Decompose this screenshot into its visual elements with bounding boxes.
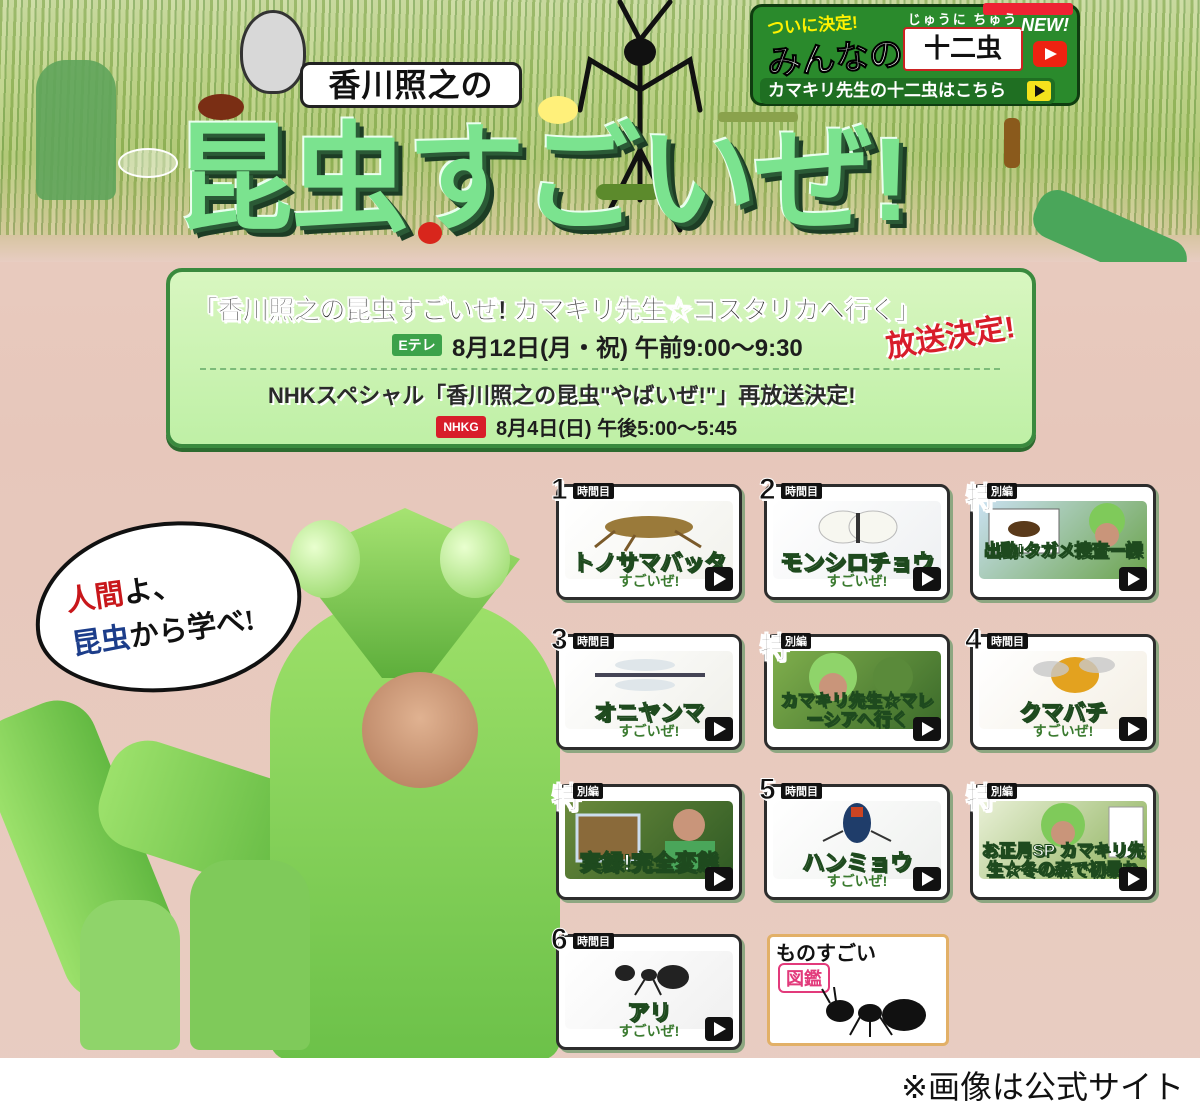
episode-number-tag: 時間目 xyxy=(781,483,822,499)
monosugoi-zukan-link[interactable]: ものすごい 図鑑 xyxy=(767,934,949,1046)
airtime-nhkg: 8月4日(日) 午後5:00～5:45 xyxy=(496,418,738,440)
episode-number-tag: 時間目 xyxy=(573,933,614,949)
episode-card[interactable]: 特別編 実録!完全変態 xyxy=(551,782,742,900)
play-button-icon[interactable] xyxy=(1119,867,1147,891)
episode-number-tag: 別編 xyxy=(781,633,811,649)
host-face xyxy=(362,672,478,788)
broadcast-info-box: 「香川照之の昆虫すごいぜ! カマキリ先生☆コスタリカへ行く」 Eテレ 8月12日… xyxy=(166,268,1036,448)
image-credit: ※画像は公式サイト xyxy=(901,1068,1184,1104)
play-arrow-icon xyxy=(1027,81,1051,101)
juniichu-logo: 十二虫 xyxy=(903,27,1023,71)
episode-number-tag: 時間目 xyxy=(987,633,1028,649)
episode-number-tag: 時間目 xyxy=(781,783,822,799)
speech-bubble: 人間よ、 昆虫から学べ! xyxy=(23,504,313,710)
bubble-text-1: よ、 xyxy=(121,570,184,610)
channel-badge-etele: Eテレ xyxy=(392,334,442,356)
program-full-title: 「香川照之の昆虫すごいぜ! カマキリ先生☆コスタリカへ行く」 xyxy=(192,295,922,326)
mantis-face-mascot-icon xyxy=(240,10,306,94)
play-button-icon[interactable] xyxy=(705,867,733,891)
episode-number: 1 xyxy=(551,473,569,507)
play-button-icon[interactable] xyxy=(913,867,941,891)
ant-icon xyxy=(821,987,926,1037)
kid-mantis-costume-2 xyxy=(190,860,310,1050)
play-button-icon[interactable] xyxy=(705,1017,733,1041)
episode-card[interactable]: 特別編 出動!タガメ捜査一課 xyxy=(965,482,1156,600)
program-title-subtitle: 香川照之の xyxy=(300,62,522,108)
play-button-icon[interactable] xyxy=(913,567,941,591)
bubble-word-insect: 昆虫 xyxy=(70,621,133,662)
episode-card[interactable]: 1 時間目 トノサマバッタ すごいぜ! xyxy=(551,473,742,600)
play-button-icon[interactable] xyxy=(1119,717,1147,741)
play-button-icon[interactable] xyxy=(1119,567,1147,591)
mantis-costume-figure xyxy=(36,60,116,200)
play-button-icon[interactable] xyxy=(913,717,941,741)
episode-number: 5 xyxy=(759,773,777,807)
bubble-text-2: から学べ! xyxy=(127,604,257,654)
youtube-play-icon[interactable] xyxy=(1033,41,1067,67)
episode-number: 3 xyxy=(551,623,569,657)
episode-number-tag: 別編 xyxy=(573,783,603,799)
episode-card[interactable]: 2 時間目 モンシロチョウ すごいぜ! xyxy=(759,473,950,600)
play-button-icon[interactable] xyxy=(705,567,733,591)
bug-net-icon xyxy=(118,148,178,178)
juniichu-link[interactable]: カマキリ先生の十二虫はこちら xyxy=(760,78,1055,104)
kid-mantis-costume-1 xyxy=(80,900,180,1050)
page: 香川照之の 昆虫すごいぜ! ついに決定! みんなの じゅうに ちゅう 十二虫 N… xyxy=(0,0,1200,1104)
episode-card[interactable]: 特別編 カマキリ先生☆マレーシアへ行く xyxy=(759,632,950,750)
episode-card[interactable]: 4 時間目 クマバチ すごいぜ! xyxy=(965,623,1156,750)
zukan-line1: ものすごい xyxy=(776,943,876,965)
mantis-eye-right xyxy=(440,520,510,598)
episode-card[interactable]: 6 時間目 アリ すごいぜ! xyxy=(551,923,742,1050)
bubble-word-human: 人間 xyxy=(64,578,127,618)
banner-ruby: じゅうに ちゅう xyxy=(907,12,1019,27)
episode-card[interactable]: 特別編 お正月SP カマキリ先生☆冬の森で初暴れ xyxy=(965,782,1156,900)
episode-number-tag: 時間目 xyxy=(573,633,614,649)
footer: ※画像は公式サイト xyxy=(0,1058,1200,1104)
episode-card[interactable]: 5 時間目 ハンミョウ すごいぜ! xyxy=(759,773,950,900)
banner-big-text: みんなの xyxy=(766,35,905,83)
channel-badge-nhkg: NHKG xyxy=(436,416,486,438)
play-button-icon[interactable] xyxy=(705,717,733,741)
episode-title: 出動!タガメ捜査一課 xyxy=(983,541,1143,561)
juniichu-link-label: カマキリ先生の十二虫はこちら xyxy=(768,81,1006,100)
episode-number: 6 xyxy=(551,923,569,957)
episode-number-tag: 時間目 xyxy=(573,483,614,499)
program-title-logo: 昆虫すごいぜ! xyxy=(175,114,910,246)
airtime-etele: 8月12日(月・祝) 午前9:00～9:30 xyxy=(452,335,803,362)
episode-number: 4 xyxy=(965,623,983,657)
episode-number: 2 xyxy=(759,473,777,507)
divider xyxy=(200,368,1000,370)
new-badge: NEW! xyxy=(1021,15,1069,35)
rebroadcast-title: NHKスペシャル「香川照之の昆虫"やばいぜ!"」再放送決定! xyxy=(268,383,856,408)
episode-card[interactable]: 3 時間目 オニヤンマ すごいぜ! xyxy=(551,623,742,750)
episode-number-tag: 別編 xyxy=(987,483,1017,499)
episode-number-tag: 別編 xyxy=(987,783,1017,799)
